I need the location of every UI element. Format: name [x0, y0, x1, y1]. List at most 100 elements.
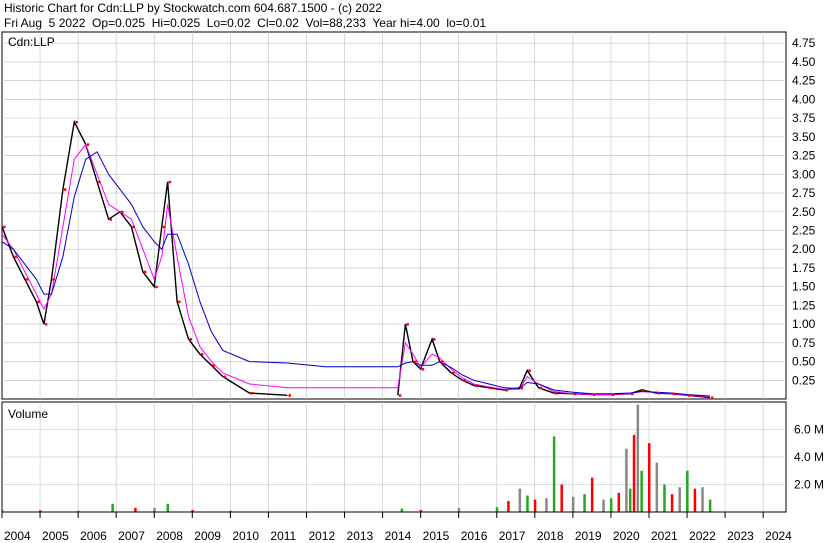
volume-bar — [111, 503, 114, 512]
price-point — [37, 300, 40, 304]
volume-bar — [590, 477, 594, 512]
price-point — [63, 188, 67, 191]
volume-bar — [166, 503, 170, 512]
price-point — [223, 375, 227, 379]
volume-bar — [545, 498, 548, 512]
x-tick-label: 2016 — [461, 529, 488, 543]
volume-bar — [560, 484, 563, 512]
price-point — [143, 270, 147, 274]
volume-bar — [647, 443, 651, 512]
price-point — [657, 392, 661, 395]
price-y-tick-label: 1.25 — [792, 298, 816, 312]
x-tick-label: 2020 — [613, 529, 640, 543]
price-point — [710, 396, 714, 400]
volume-bar — [518, 488, 522, 512]
x-tick-label: 2021 — [651, 529, 678, 543]
x-tick-label: 2022 — [689, 529, 716, 543]
price-y-tick-label: 3.25 — [792, 149, 816, 163]
volume-y-tick-label: 6.0 M — [794, 423, 824, 437]
price-point — [288, 394, 291, 397]
price-point — [178, 300, 181, 304]
volume-bar — [153, 507, 156, 512]
price-y-tick-label: 2.75 — [792, 186, 816, 200]
volume-bar — [655, 462, 659, 512]
price-point — [505, 389, 508, 392]
price-point — [52, 278, 55, 281]
price-y-tick-label: 4.25 — [792, 74, 816, 88]
volume-bar — [134, 507, 137, 512]
volume-bar — [640, 470, 643, 512]
price-point — [592, 393, 596, 397]
volume-y-tick-label: 2.0 M — [794, 478, 824, 492]
price-point — [200, 353, 204, 356]
volume-bar — [670, 494, 674, 512]
x-tick-label: 2011 — [270, 529, 296, 543]
x-tick-label: 2015 — [423, 529, 450, 543]
price-y-tick-label: 3.00 — [792, 167, 816, 181]
price-point — [189, 338, 192, 341]
price-panel-title: Cdn:LLP — [8, 35, 55, 49]
price-point — [86, 143, 90, 146]
price-point — [132, 225, 135, 229]
price-point — [120, 210, 124, 214]
x-tick-label: 2006 — [80, 529, 107, 543]
price-point — [98, 180, 101, 184]
price-y-tick-label: 2.25 — [792, 223, 816, 237]
price-point — [463, 379, 467, 382]
volume-y-axis: 6.0 M 4.0 M 2.0 M — [794, 423, 824, 492]
volume-bar — [533, 499, 537, 512]
volume-bar — [495, 507, 499, 512]
x-tick-label: 2007 — [118, 529, 145, 543]
price-point — [520, 386, 524, 390]
price-y-tick-label: 0.50 — [792, 355, 816, 369]
price-y-tick-label: 0.25 — [792, 373, 816, 387]
price-y-tick-label: 3.50 — [792, 130, 816, 144]
x-tick-label: 2017 — [499, 529, 526, 543]
price-point — [250, 392, 253, 395]
volume-panel-title: Volume — [8, 407, 48, 421]
x-tick-label: 2013 — [347, 529, 374, 543]
price-point — [162, 225, 166, 229]
price-point — [212, 364, 215, 367]
volume-bar — [400, 508, 404, 512]
price-y-tick-label: 1.75 — [792, 261, 816, 275]
price-point — [433, 338, 436, 341]
volume-bar — [663, 484, 666, 512]
price-point — [155, 285, 158, 289]
volume-bar — [693, 488, 697, 512]
price-point — [539, 386, 543, 390]
x-tick-label: 2009 — [194, 529, 221, 543]
x-tick-label: 2012 — [308, 529, 335, 543]
price-point — [528, 369, 531, 373]
x-tick-label: 2014 — [385, 529, 412, 543]
stock-chart: 4.75 4.50 4.25 4.00 3.75 3.50 3.25 3.00 2.75 2.50… — [1, 31, 824, 543]
x-axis: 2004 2005 2006 2007 2008 2009 2010 2011 2012 2013… — [1, 512, 792, 543]
price-point — [440, 360, 444, 364]
price-point — [672, 392, 676, 396]
volume-bar — [526, 495, 529, 512]
volume-bar — [457, 507, 461, 512]
volume-bar — [552, 436, 556, 512]
price-point — [25, 278, 29, 281]
price-y-axis: 4.75 4.50 4.25 4.00 3.75 3.50 3.25 3.00 2.75 2.50… — [792, 36, 816, 387]
price-point — [406, 323, 409, 326]
price-panel-frame — [1, 31, 787, 400]
price-point — [421, 368, 425, 371]
volume-bar — [617, 492, 621, 512]
x-tick-label: 2019 — [575, 529, 602, 543]
volume-bar — [625, 448, 628, 512]
volume-bar — [602, 499, 605, 512]
x-tick-label: 2008 — [156, 529, 183, 543]
x-tick-label: 2018 — [537, 529, 564, 543]
price-y-tick-label: 1.50 — [792, 280, 816, 294]
x-tick-label: 2005 — [42, 529, 69, 543]
volume-bar — [628, 488, 632, 512]
price-point — [554, 392, 558, 395]
x-tick-label: 2024 — [765, 529, 792, 543]
volume-y-tick-label: 4.0 M — [794, 450, 824, 464]
price-point — [490, 386, 493, 390]
price-y-tick-label: 0.75 — [792, 336, 816, 350]
x-tick-label: 2010 — [232, 529, 259, 543]
price-point — [109, 218, 113, 221]
volume-bar — [636, 404, 640, 512]
